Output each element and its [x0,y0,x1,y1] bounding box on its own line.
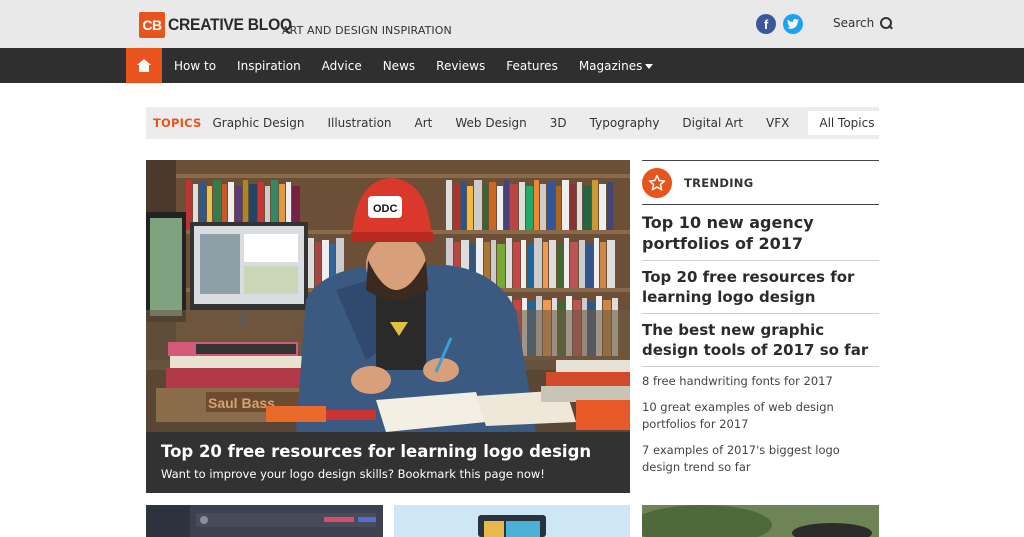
topics-bar: TOPICS Graphic Design Illustration Art W… [146,107,886,139]
facebook-icon[interactable]: f [756,14,776,34]
topic-web-design[interactable]: Web Design [455,116,526,130]
article-thumbnail[interactable] [146,505,383,537]
logo-mark: CB [139,12,165,38]
hero-image: Saul Bass ODC [146,160,630,432]
hero-article[interactable]: Saul Bass ODC Top 20 free resources for … [146,160,630,493]
topic-typography[interactable]: Typography [590,116,660,130]
trending-header: TRENDING [642,160,879,205]
site-logo[interactable]: CB CREATIVE BLOQ [139,12,303,38]
trending-item[interactable]: 7 examples of 2017's biggest logo design… [642,436,879,479]
nav-item-news[interactable]: News [383,59,415,73]
hero-subtitle: Want to improve your logo design skills?… [161,467,545,481]
search-label: Search [833,16,875,30]
thumbnail-image [642,505,879,537]
book-spine-text: Saul Bass [208,395,275,411]
topic-graphic-design[interactable]: Graphic Design [212,116,304,130]
nav-item-features[interactable]: Features [506,59,558,73]
nav-item-advice[interactable]: Advice [322,59,362,73]
hero-title[interactable]: Top 20 free resources for learning logo … [161,442,615,461]
trending-item[interactable]: Top 20 free resources for learning logo … [642,261,879,314]
article-thumbnail[interactable] [642,505,879,537]
trending-item[interactable]: Top 10 new agency portfolios of 2017 [642,205,879,261]
nav-item-inspiration[interactable]: Inspiration [237,59,301,73]
logo-text: CREATIVE BLOQ [168,15,292,34]
trending-item[interactable]: 8 free handwriting fonts for 2017 [642,367,879,393]
hero-caption: Top 20 free resources for learning logo … [146,432,630,493]
site-header: CB CREATIVE BLOQ ART AND DESIGN INSPIRAT… [0,0,1024,48]
main-nav: How to Inspiration Advice News Reviews F… [0,48,1024,83]
thumbnail-image [146,505,383,537]
topics-label: TOPICS [153,116,202,130]
nav-item-how-to[interactable]: How to [174,59,216,73]
trending-item[interactable]: 10 great examples of web design portfoli… [642,393,879,436]
thumbnail-image [394,505,630,537]
topic-art[interactable]: Art [415,116,433,130]
search-button[interactable]: Search [833,16,893,30]
star-icon [642,167,672,198]
nav-items: How to Inspiration Advice News Reviews F… [174,48,674,83]
topic-illustration[interactable]: Illustration [327,116,391,130]
search-icon [880,17,893,29]
nav-item-reviews[interactable]: Reviews [436,59,485,73]
chevron-down-icon [645,63,654,69]
twitter-icon[interactable] [783,14,803,34]
cap-logo-text: ODC [373,203,398,215]
site-tagline: ART AND DESIGN INSPIRATION [282,24,452,37]
all-topics-button[interactable]: All Topics [808,111,886,135]
topic-vfx[interactable]: VFX [766,116,789,130]
article-thumbnail[interactable] [394,505,630,537]
topic-digital-art[interactable]: Digital Art [682,116,743,130]
trending-panel: TRENDING Top 10 new agency portfolios of… [642,160,879,479]
nav-item-magazines-label: Magazines [578,58,643,73]
home-icon [137,59,151,72]
home-button[interactable] [126,48,162,83]
nav-item-magazines[interactable]: Magazines [579,59,654,73]
trending-label: TRENDING [684,175,754,190]
topic-3d[interactable]: 3D [550,116,567,130]
trending-item[interactable]: The best new graphic design tools of 201… [642,314,879,367]
